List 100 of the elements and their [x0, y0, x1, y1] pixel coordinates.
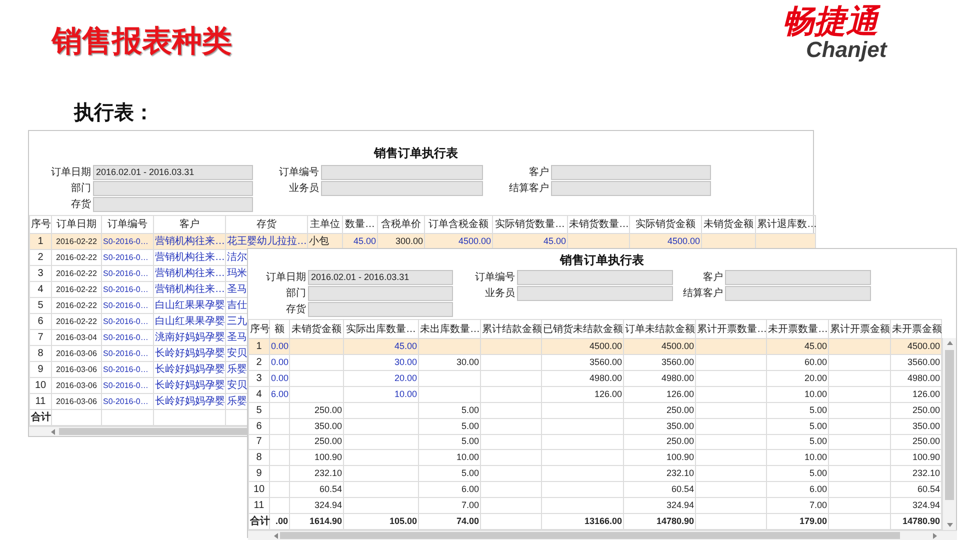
vertical-scrollbar[interactable] [942, 338, 956, 530]
filter-field[interactable] [725, 286, 871, 301]
table-cell: 10.00 [766, 386, 828, 402]
table-cell: 5.00 [418, 434, 480, 450]
table-cell: 2016-02-22 [52, 250, 102, 266]
table-cell: 3 [30, 266, 52, 282]
slide-subtitle: 执行表： [74, 100, 154, 124]
table-cell: 45.00 [766, 338, 828, 354]
table-cell: 长岭好妈妈孕婴 [154, 362, 226, 378]
table-cell: 5.00 [766, 466, 828, 482]
table-cell: S0-2016-0… [102, 314, 154, 330]
field-label: 结算客户 [508, 182, 549, 196]
table-cell: 4500.00 [624, 338, 696, 354]
table-cell: 20.00 [766, 370, 828, 386]
logo-text: 畅捷通 [782, 2, 878, 40]
table-cell: 2016-02-22 [52, 282, 102, 298]
table-cell: 2016-02-22 [52, 298, 102, 314]
table-cell: 4 [30, 282, 52, 298]
table-cell: 2016-02-22 [52, 314, 102, 330]
table-cell: 6.00 [418, 482, 480, 498]
table-cell: 232.10 [290, 466, 344, 482]
table-cell: 60.54 [290, 482, 344, 498]
table-cell: 0.00 [270, 370, 290, 386]
table-cell: 2016-03-04 [52, 330, 102, 346]
filter-field[interactable] [308, 302, 453, 317]
field-label: 订单日期 [50, 166, 91, 180]
table-cell: 6 [30, 314, 52, 330]
field-label: 部门 [70, 182, 91, 196]
report-title: 销售订单执行表 [372, 145, 459, 161]
table-cell: 2016-02-22 [52, 234, 102, 250]
table-cell: 5.00 [766, 434, 828, 450]
table-cell: 30.00 [418, 354, 480, 370]
table-cell: 6.00 [766, 482, 828, 498]
table-cell: 324.94 [290, 498, 344, 514]
field-label: 业务员 [288, 182, 319, 196]
filter-field[interactable] [321, 165, 483, 180]
field-label: 客户 [528, 166, 549, 180]
filter-field[interactable] [321, 181, 483, 196]
filter-field[interactable] [93, 197, 253, 212]
horizontal-scrollbar[interactable] [29, 426, 248, 436]
table-cell: 洮南好妈妈孕婴 [154, 330, 226, 346]
filter-field[interactable] [93, 181, 253, 196]
table-cell: S0-2016-0… [102, 394, 154, 410]
table-cell: 6 [248, 418, 270, 434]
table-cell: 10.00 [766, 450, 828, 466]
filter-field[interactable] [517, 286, 673, 301]
table-cell: 8 [248, 450, 270, 466]
column-header: 序号 [30, 216, 52, 234]
table-cell: 20.00 [344, 370, 418, 386]
table-cell: S0-2016-0… [102, 250, 154, 266]
table-cell: 4980.00 [542, 370, 624, 386]
table-cell: 45.00 [344, 338, 418, 354]
table-cell: 2016-02-22 [52, 266, 102, 282]
table-cell: 5 [30, 298, 52, 314]
table-cell: 250.00 [290, 402, 344, 418]
filter-field[interactable]: 2016.02.01 - 2016.03.31 [93, 165, 253, 180]
table-cell: S0-2016-0… [102, 362, 154, 378]
report-title: 销售订单执行表 [558, 252, 645, 268]
table-cell: 2016-03-06 [52, 378, 102, 394]
field-label: 存货 [70, 198, 91, 212]
table-cell: 350.00 [624, 418, 696, 434]
table-cell: 11 [248, 498, 270, 514]
logo-text: Chanjet [806, 38, 887, 62]
table-cell: 6.00 [270, 386, 290, 402]
table-cell: 1 [30, 234, 52, 250]
table-cell: 2016-03-06 [52, 346, 102, 362]
table-cell: 9 [248, 466, 270, 482]
field-label: 订单编号 [278, 166, 319, 180]
table-cell: 350.00 [290, 418, 344, 434]
horizontal-scrollbar[interactable] [248, 530, 957, 540]
table-cell: 白山红果果孕婴 [154, 314, 226, 330]
column-header: 存货 [226, 216, 308, 234]
table-cell: 5.00 [418, 466, 480, 482]
field-label: 客户 [702, 270, 723, 285]
filter-field[interactable] [551, 165, 711, 180]
table-cell: S0-2016-0… [102, 378, 154, 394]
filter-field[interactable] [308, 286, 453, 301]
table-cell: S0-2016-0… [102, 266, 154, 282]
table-cell: 7.00 [418, 498, 480, 514]
table-cell: 2 [248, 354, 270, 370]
filter-field[interactable] [517, 270, 673, 285]
table-cell: 126.00 [542, 386, 624, 402]
table-cell: 3 [248, 370, 270, 386]
table-cell: 营销机构往来… [154, 266, 226, 282]
filter-field[interactable]: 2016.02.01 - 2016.03.31 [308, 270, 453, 285]
table-cell: 250.00 [624, 434, 696, 450]
table-cell: S0-2016-0… [102, 298, 154, 314]
table-cell: 7 [248, 434, 270, 450]
table-cell: 10 [248, 482, 270, 498]
column-header: 实际销货数量… [492, 216, 568, 234]
table-cell: 250.00 [624, 402, 696, 418]
table-cell: 3560.00 [542, 354, 624, 370]
table-cell: 5 [248, 402, 270, 418]
column-header: 序号 [248, 320, 270, 339]
table-cell: 营销机构往来… [154, 282, 226, 298]
table-cell: 4980.00 [624, 370, 696, 386]
table-cell: 长岭好妈妈孕婴 [154, 346, 226, 362]
filter-field[interactable] [725, 270, 871, 285]
table-cell: 3560.00 [624, 354, 696, 370]
filter-field[interactable] [551, 181, 711, 196]
